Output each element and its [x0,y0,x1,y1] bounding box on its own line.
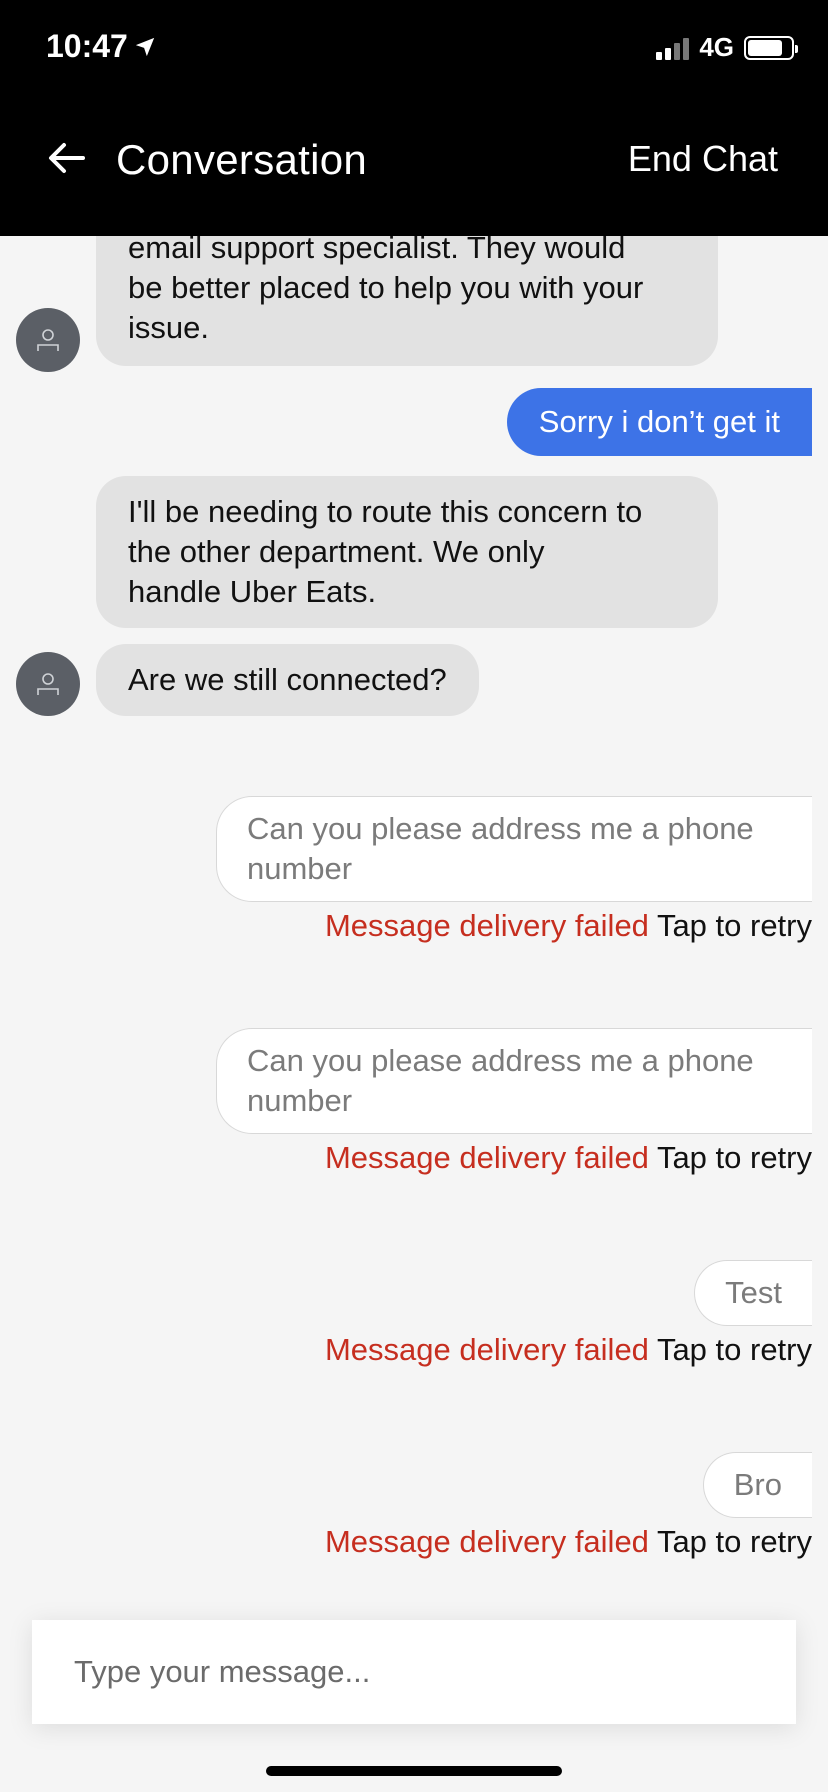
agent-message: Are we still connected? [96,644,479,716]
page-title: Conversation [116,136,368,183]
status-bar-time: 10:47 [46,28,156,65]
delivery-failed-text: Message delivery failed [324,1524,649,1559]
failed-message[interactable]: Test [694,1260,812,1326]
my-message: Sorry i don’t get it [506,388,812,456]
person-icon [37,329,59,351]
message-line: number [247,851,353,886]
network-label: 4G [699,32,734,62]
arrow-left-icon [49,143,85,173]
message-text: Sorry i don’t get it [538,404,780,439]
delivery-status: Message delivery failed Tap to retry [325,1332,812,1368]
battery-icon [744,35,798,60]
chat-thread[interactable]: email support specialist. They would be … [0,236,828,1616]
failed-message[interactable]: Bro [702,1452,812,1518]
message-line: I'll be needing to route this concern to [128,494,643,529]
delivery-failed-text: Message delivery failed [324,1332,649,1367]
message-line: handle Uber Eats. [128,574,377,609]
top-bar: 10:47 4G Conversation End Chat [0,0,828,236]
tap-to-retry-link[interactable]: Tap to retry [657,908,812,943]
tap-to-retry-link[interactable]: Tap to retry [657,1524,812,1559]
message-line: Can you please address me a phone [247,1043,754,1078]
message-line: be better placed to help you with your [128,270,644,305]
agent-avatar [16,652,80,716]
agent-avatar [16,308,80,372]
tap-to-retry-link[interactable]: Tap to retry [657,1140,812,1175]
message-line: email support specialist. They would [128,236,626,265]
delivery-status: Message delivery failed Tap to retry [325,1140,812,1176]
tap-to-retry-link[interactable]: Tap to retry [657,1332,812,1367]
delivery-failed-text: Message delivery failed [324,1140,649,1175]
delivery-status: Message delivery failed Tap to retry [325,908,812,944]
message-line: Can you please address me a phone [247,811,754,846]
agent-message: I'll be needing to route this concern to… [96,476,718,628]
status-bar-right: 4G [656,32,798,63]
location-arrow-icon [135,37,155,56]
delivery-failed-text: Message delivery failed [324,908,649,943]
signal-icon [656,36,690,60]
message-line: the other department. We only [128,534,545,569]
home-indicator [266,1766,562,1776]
failed-message[interactable]: Can you please address me a phone number [216,796,812,902]
message-line: number [247,1083,353,1118]
agent-message: email support specialist. They would be … [96,236,718,366]
message-text: Are we still connected? [128,662,447,697]
time-text: 10:47 [46,28,128,64]
message-text: Bro [733,1467,782,1502]
delivery-status: Message delivery failed Tap to retry [325,1524,812,1560]
message-input[interactable] [32,1620,796,1724]
message-line: issue. [128,310,209,345]
failed-message[interactable]: Can you please address me a phone number [216,1028,812,1134]
message-text: Test [725,1275,782,1310]
back-button[interactable] [44,136,88,180]
message-composer [32,1620,796,1724]
person-icon [37,673,59,695]
end-chat-button[interactable]: End Chat [628,138,778,180]
